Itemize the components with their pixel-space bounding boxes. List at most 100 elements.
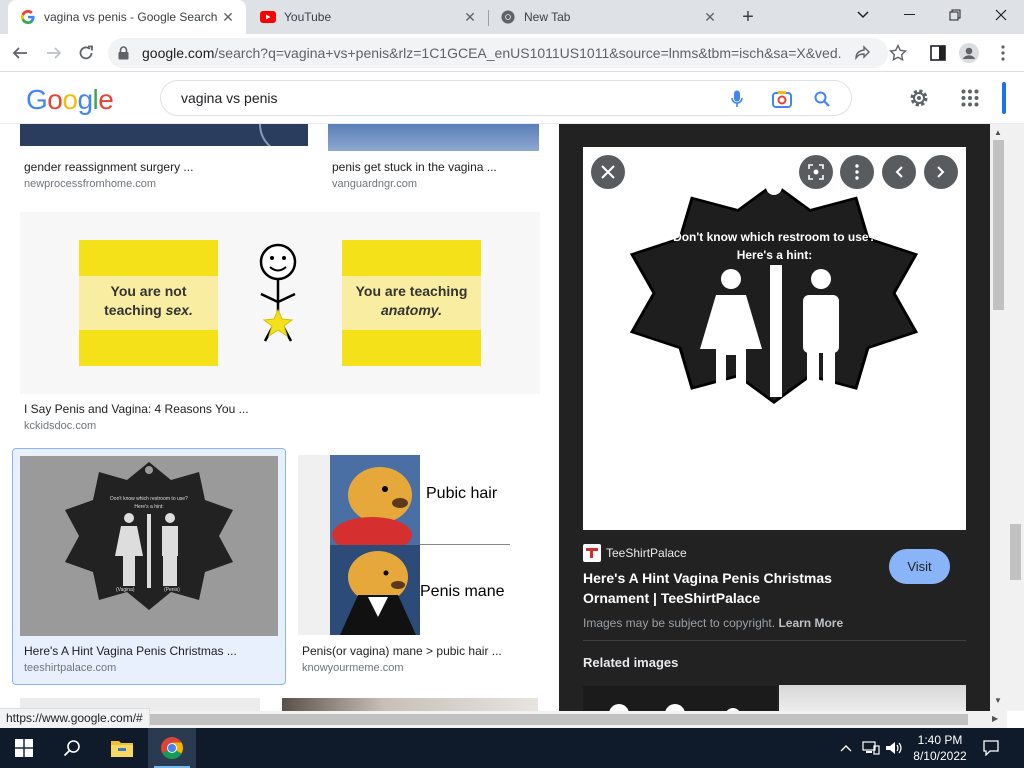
- profile-avatar-icon[interactable]: [959, 43, 979, 63]
- address-bar[interactable]: google.com/search?q=vagina+vs+penis&rlz=…: [108, 38, 888, 68]
- result-thumbnail[interactable]: [20, 124, 308, 146]
- result-thumbnail[interactable]: [328, 124, 539, 151]
- image-result-selected[interactable]: Don't know which restroom to use? Here's…: [12, 448, 286, 685]
- result-source[interactable]: knowyourmeme.com: [302, 662, 403, 674]
- microphone-icon[interactable]: [727, 89, 747, 109]
- search-icon[interactable]: [48, 728, 96, 768]
- google-header: Google vagina vs penis: [0, 72, 1024, 124]
- network-icon[interactable]: [861, 740, 881, 756]
- next-chevron-icon[interactable]: [924, 155, 958, 189]
- ornament-text: (Vagina): [116, 587, 135, 593]
- search-input[interactable]: vagina vs penis: [181, 90, 278, 106]
- result-thumbnail[interactable]: You are not teaching sex. You are teachi…: [20, 212, 540, 394]
- file-explorer-icon[interactable]: [98, 728, 146, 768]
- close-icon[interactable]: ✕: [220, 9, 236, 25]
- result-title[interactable]: gender reassignment surgery ...: [24, 160, 304, 174]
- image-preview-panel: Don't know which restroom to use? Here's…: [559, 124, 990, 711]
- taskbar-clock[interactable]: 1:40 PM 8/10/2022: [905, 732, 975, 764]
- card-text: teaching: [104, 302, 166, 318]
- result-thumbnail[interactable]: Don't know which restroom to use? Here's…: [20, 456, 278, 636]
- result-source[interactable]: vanguardngr.com: [332, 178, 417, 190]
- minimize-icon[interactable]: [886, 0, 932, 30]
- volume-icon[interactable]: [884, 740, 904, 756]
- side-panel-icon[interactable]: [928, 43, 948, 63]
- search-box[interactable]: vagina vs penis: [160, 80, 852, 116]
- status-bar-url: https://www.google.com/#: [0, 708, 150, 727]
- close-preview-icon[interactable]: [591, 155, 625, 189]
- clock-date: 8/10/2022: [913, 749, 967, 763]
- result-title[interactable]: Here's A Hint Vagina Penis Christmas ...: [24, 644, 274, 658]
- chrome-taskbar-icon[interactable]: [148, 728, 196, 768]
- result-source[interactable]: kckidsdoc.com: [24, 420, 96, 432]
- restore-icon[interactable]: [932, 0, 978, 30]
- lock-icon[interactable]: [118, 46, 129, 65]
- result-title[interactable]: penis get stuck in the vagina ...: [332, 160, 538, 174]
- page-scrollbar[interactable]: [1007, 124, 1024, 711]
- panel-scrollbar[interactable]: ▲ ▼: [990, 124, 1007, 711]
- window-close-icon[interactable]: [978, 0, 1024, 30]
- tab-search-chevron-icon[interactable]: [840, 0, 886, 30]
- share-icon[interactable]: [854, 44, 872, 62]
- result-title[interactable]: I Say Penis and Vagina: 4 Reasons You ..…: [24, 402, 524, 416]
- tab-title: vagina vs penis - Google Search: [44, 10, 218, 24]
- card-text-emphasis: anatomy.: [381, 302, 442, 318]
- bookmark-star-icon[interactable]: [888, 43, 908, 63]
- image-result[interactable]: penis get stuck in the vagina ... vangua…: [328, 124, 540, 194]
- card-text: You are not: [110, 283, 187, 299]
- preview-title[interactable]: Here's A Hint Vagina Penis Christmas Orn…: [583, 568, 853, 608]
- scrollbar-thumb[interactable]: [18, 714, 968, 725]
- browser-toolbar: google.com/search?q=vagina+vs+penis&rlz=…: [0, 34, 1024, 72]
- result-source[interactable]: teeshirtpalace.com: [24, 662, 116, 674]
- close-icon[interactable]: ✕: [462, 9, 478, 25]
- reload-icon[interactable]: [74, 41, 98, 65]
- scroll-right-arrow-icon[interactable]: ▶: [992, 714, 998, 723]
- apps-grid-icon[interactable]: [958, 86, 982, 110]
- result-source[interactable]: newprocessfromhome.com: [24, 178, 156, 190]
- preview-image[interactable]: Don't know which restroom to use? Here's…: [583, 147, 966, 530]
- learn-more-link[interactable]: Learn More: [778, 616, 843, 630]
- forward-arrow-icon[interactable]: [42, 41, 66, 65]
- image-result[interactable]: You are not teaching sex. You are teachi…: [20, 212, 540, 437]
- result-title[interactable]: Penis(or vagina) mane > pubic hair ...: [302, 644, 538, 658]
- image-results-grid: gender reassignment surgery ... newproce…: [0, 124, 558, 711]
- new-tab-plus-icon[interactable]: +: [738, 7, 758, 27]
- image-result[interactable]: gender reassignment surgery ... newproce…: [20, 124, 308, 194]
- image-result-thumbnail-partial[interactable]: [282, 698, 538, 711]
- lens-search-icon[interactable]: [799, 155, 833, 189]
- horizontal-scrollbar[interactable]: ▶: [0, 711, 1007, 728]
- tab-google-search[interactable]: vagina vs penis - Google Search ✕: [8, 0, 246, 34]
- related-image[interactable]: [779, 685, 966, 711]
- search-icon[interactable]: [812, 89, 832, 109]
- tab-youtube[interactable]: YouTube ✕: [248, 0, 488, 34]
- ornament-text: Here's a hint:: [134, 504, 164, 510]
- ornament-text: (Penis): [164, 587, 180, 593]
- preview-site[interactable]: TeeShirtPalace: [583, 544, 687, 562]
- tab-title: New Tab: [524, 10, 571, 24]
- lens-camera-icon[interactable]: [772, 89, 792, 109]
- notification-icon[interactable]: [981, 740, 1001, 756]
- kebab-menu-icon[interactable]: [993, 43, 1013, 63]
- previous-chevron-icon[interactable]: [882, 155, 916, 189]
- sign-in-button-edge[interactable]: [1002, 82, 1006, 114]
- image-result[interactable]: Pubic hair Penis mane Penis(or vagina) m…: [298, 455, 540, 680]
- more-options-icon[interactable]: [840, 155, 874, 189]
- settings-gear-icon[interactable]: [907, 86, 931, 110]
- visit-button[interactable]: Visit: [889, 549, 950, 584]
- google-logo[interactable]: Google: [26, 84, 114, 116]
- scrollbar-thumb[interactable]: [1010, 524, 1021, 580]
- card-text: You are teaching: [355, 283, 468, 299]
- tab-new-tab[interactable]: New Tab ✕: [488, 0, 728, 34]
- back-arrow-icon[interactable]: [8, 41, 32, 65]
- scroll-up-arrow-icon[interactable]: ▲: [994, 128, 1002, 137]
- result-thumbnail[interactable]: Pubic hair Penis mane: [298, 455, 540, 635]
- url-text[interactable]: google.com/search?q=vagina+vs+penis&rlz=…: [142, 45, 842, 61]
- scroll-down-arrow-icon[interactable]: ▼: [994, 696, 1002, 705]
- close-icon[interactable]: ✕: [702, 9, 718, 25]
- tab-title: YouTube: [284, 10, 332, 24]
- scrollbar-thumb[interactable]: [993, 140, 1004, 310]
- related-image[interactable]: [583, 686, 777, 711]
- tray-chevron-up-icon[interactable]: [838, 740, 854, 756]
- pooh-fancy-image: [330, 545, 420, 635]
- pooh-normal-image: [330, 455, 420, 553]
- windows-start-icon[interactable]: [0, 728, 48, 768]
